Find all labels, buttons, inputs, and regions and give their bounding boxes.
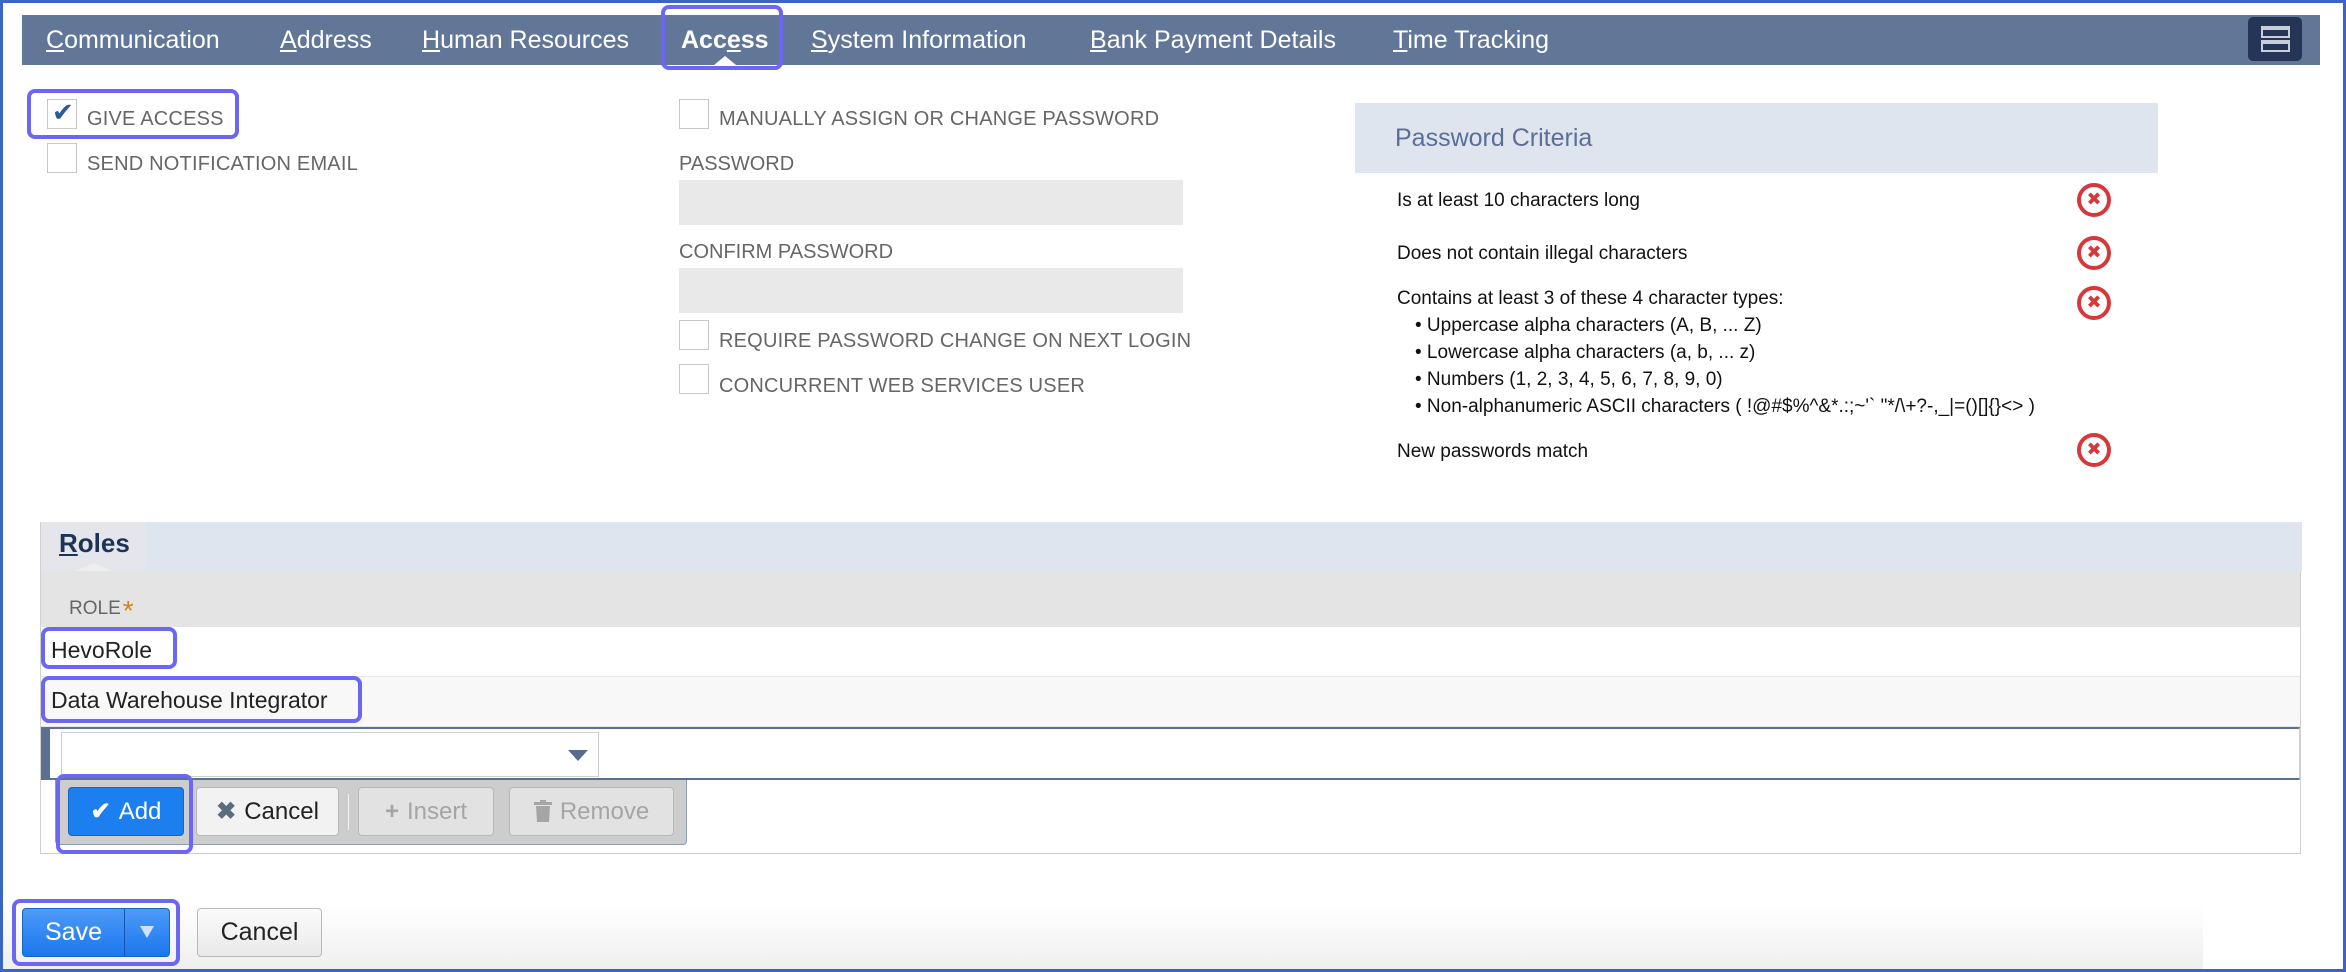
fail-icon: ✖	[2077, 236, 2111, 270]
password-input[interactable]	[679, 180, 1183, 225]
role-cell: Data Warehouse Integrator	[51, 687, 328, 713]
give-access-label: GIVE ACCESS	[87, 108, 224, 130]
tab-address[interactable]: Address	[280, 15, 372, 65]
role-column-label: ROLE	[69, 598, 121, 619]
criteria-subitem: • Lowercase alpha characters (a, b, ... …	[1415, 342, 1756, 363]
role-edit-row	[41, 727, 2300, 780]
role-cell: HevoRole	[51, 637, 152, 663]
criteria-subitem: • Non-alphanumeric ASCII characters ( !@…	[1415, 396, 2035, 417]
role-row[interactable]: HevoRole	[41, 627, 2300, 677]
password-criteria-panel: Password Criteria Is at least 10 charact…	[1355, 103, 2158, 467]
confirm-password-label: CONFIRM PASSWORD	[679, 241, 894, 263]
cancel-button[interactable]: Cancel	[197, 908, 322, 957]
criteria-passwords-match: New passwords match	[1397, 441, 1589, 462]
tab-access[interactable]: Access	[681, 15, 769, 65]
active-tab-caret	[713, 56, 736, 65]
footer-bar	[3, 905, 2203, 969]
plus-icon: +	[384, 798, 399, 825]
save-options-button[interactable]	[125, 909, 169, 956]
remove-button[interactable]: Remove	[509, 787, 674, 836]
criteria-subitem: • Uppercase alpha characters (A, B, ... …	[1415, 315, 1762, 336]
tab-system-information[interactable]: System Information	[811, 15, 1026, 65]
role-column-header: ROLE*	[41, 571, 2300, 627]
criteria-char-types: Contains at least 3 of these 4 character…	[1397, 288, 1784, 309]
role-select-dropdown[interactable]	[61, 732, 599, 777]
roles-title: Roles	[59, 528, 130, 558]
save-button[interactable]: Save	[23, 909, 124, 956]
tab-time-tracking[interactable]: Time Tracking	[1393, 15, 1549, 65]
button-separator	[348, 794, 349, 830]
tab-human-resources[interactable]: Human Resources	[422, 15, 629, 65]
layout-icon-top	[2261, 26, 2290, 38]
tab-communication[interactable]: Communication	[46, 15, 220, 65]
save-split-button: Save	[22, 908, 170, 957]
edit-row-accent	[41, 729, 50, 778]
fail-icon: ✖	[2077, 183, 2111, 217]
roles-header: Roles	[41, 522, 2302, 571]
dropdown-arrow-icon	[568, 750, 588, 761]
role-row[interactable]: Data Warehouse Integrator	[41, 677, 2300, 727]
tab-bank-payment-details[interactable]: Bank Payment Details	[1090, 15, 1336, 65]
send-notification-checkbox[interactable]	[47, 143, 77, 173]
require-password-change-label: REQUIRE PASSWORD CHANGE ON NEXT LOGIN	[719, 330, 1192, 352]
roles-tab-caret	[76, 563, 112, 571]
layout-icon-bottom	[2261, 40, 2290, 52]
password-criteria-title: Password Criteria	[1355, 103, 2158, 173]
criteria-length: Is at least 10 characters long	[1397, 190, 1640, 211]
subtab-bar: Communication Address Human Resources Ac…	[22, 15, 2320, 65]
confirm-password-input[interactable]	[679, 268, 1183, 313]
insert-button[interactable]: + Insert	[358, 787, 494, 836]
manually-assign-password-checkbox[interactable]	[679, 99, 709, 129]
x-icon: ✖	[216, 798, 237, 825]
criteria-illegal-chars: Does not contain illegal characters	[1397, 243, 1688, 264]
sublist-button-bar: ✔ Add ✖ Cancel + Insert Remove	[55, 780, 687, 845]
check-icon: ✔	[90, 798, 111, 825]
criteria-subitem: • Numbers (1, 2, 3, 4, 5, 6, 7, 8, 9, 0)	[1415, 369, 1723, 390]
roles-sublist: Roles ROLE* HevoRole Data Warehouse Inte…	[40, 522, 2302, 854]
password-label: PASSWORD	[679, 153, 795, 175]
checkmark-icon: ✔	[52, 98, 74, 128]
roles-tab[interactable]: Roles	[41, 522, 146, 571]
layout-toggle-button[interactable]	[2248, 17, 2302, 61]
fail-icon: ✖	[2077, 433, 2111, 467]
add-button[interactable]: ✔ Add	[68, 787, 184, 836]
fail-icon: ✖	[2077, 286, 2111, 320]
send-notification-label: SEND NOTIFICATION EMAIL	[87, 153, 358, 175]
require-password-change-checkbox[interactable]	[679, 320, 709, 350]
sublist-cancel-button[interactable]: ✖ Cancel	[196, 787, 339, 836]
concurrent-web-services-label: CONCURRENT WEB SERVICES USER	[719, 375, 1086, 397]
manually-assign-password-label: MANUALLY ASSIGN OR CHANGE PASSWORD	[719, 108, 1160, 130]
dropdown-arrow-icon	[140, 926, 154, 938]
give-access-checkbox[interactable]: ✔	[47, 98, 77, 129]
concurrent-web-services-checkbox[interactable]	[679, 364, 709, 394]
trash-icon	[533, 798, 552, 825]
required-asterisk: *	[122, 595, 134, 626]
